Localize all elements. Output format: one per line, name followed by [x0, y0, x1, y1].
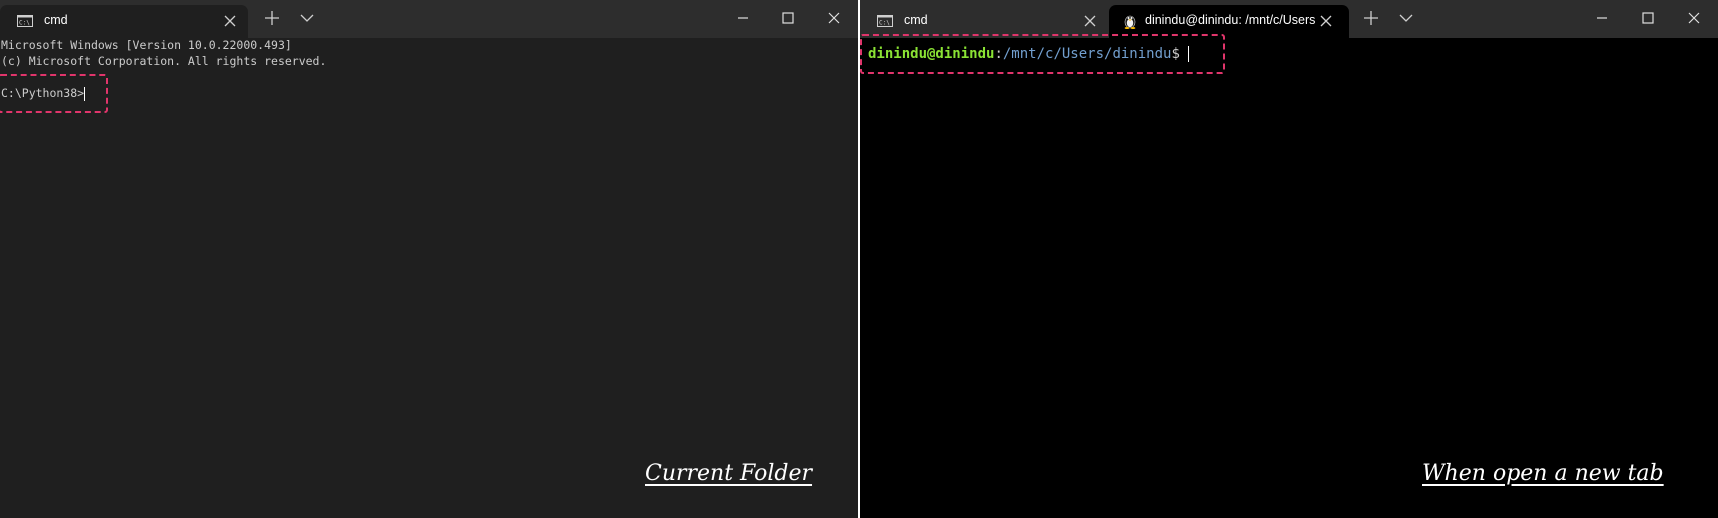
terminal-window-left: C:\ cmd Microsoft Windows [Version 10.0.… — [0, 0, 858, 518]
linux-tux-icon — [1124, 15, 1136, 29]
caption: When open a new tab — [1422, 461, 1664, 486]
close-tab-icon[interactable] — [1083, 14, 1097, 28]
maximize-button[interactable] — [779, 9, 797, 27]
title-bar: C:\ cmd — [0, 0, 858, 38]
svg-text:C:\: C:\ — [19, 20, 30, 27]
highlight-box — [860, 34, 1225, 74]
terminal-line: (c) Microsoft Corporation. All rights re… — [1, 54, 327, 68]
close-tab-icon[interactable] — [223, 14, 237, 28]
minimize-button[interactable] — [734, 9, 752, 27]
minimize-button[interactable] — [1593, 9, 1611, 27]
title-bar: C:\ cmd dinindu@dinindu: /mnt/c/Users — [860, 0, 1718, 38]
cmd-icon: C:\ — [17, 15, 33, 27]
highlight-box — [0, 74, 108, 113]
tab-title: dinindu@dinindu: /mnt/c/Users — [1145, 13, 1316, 27]
maximize-button[interactable] — [1639, 9, 1657, 27]
tab-title: cmd — [44, 13, 68, 27]
chevron-down-icon[interactable] — [1397, 9, 1415, 27]
new-tab-button[interactable] — [1362, 9, 1380, 27]
terminal-output[interactable]: dinindu@dinindu:/mnt/c/Users/dinindu$ — [860, 34, 1718, 518]
cmd-icon: C:\ — [877, 15, 893, 27]
chevron-down-icon[interactable] — [298, 9, 316, 27]
tab-title: cmd — [904, 13, 928, 27]
close-window-button[interactable] — [825, 9, 843, 27]
terminal-line: Microsoft Windows [Version 10.0.22000.49… — [1, 38, 292, 52]
close-window-button[interactable] — [1685, 9, 1703, 27]
close-tab-icon[interactable] — [1319, 14, 1333, 28]
new-tab-button[interactable] — [263, 9, 281, 27]
svg-text:C:\: C:\ — [879, 20, 890, 27]
caption: Current Folder — [645, 461, 813, 486]
tab-cmd[interactable]: C:\ cmd — [0, 5, 248, 38]
terminal-window-right: C:\ cmd dinindu@dinindu: /mnt/c/Users di… — [860, 0, 1718, 518]
terminal-output[interactable]: Microsoft Windows [Version 10.0.22000.49… — [0, 38, 858, 518]
